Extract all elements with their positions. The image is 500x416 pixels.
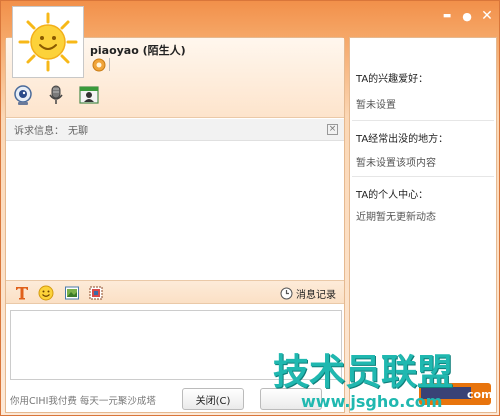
- close-chat-button[interactable]: 关闭(C): [182, 388, 244, 410]
- places-title: TA经常出没的地方：: [356, 134, 449, 145]
- webcam-icon[interactable]: [12, 84, 34, 106]
- image-icon[interactable]: [64, 285, 80, 301]
- chat-window: ▬ ● ✕ piaoyao (陌生人) 诉求信息： 无聊 × 消息记录 你用CI…: [0, 0, 500, 416]
- promo-link[interactable]: 你用CIHI我付费 每天一元聚沙成塔: [10, 393, 156, 407]
- window-controls: ▬ ● ✕: [439, 3, 495, 29]
- divider: [109, 58, 110, 71]
- close-request-icon[interactable]: ×: [327, 124, 338, 135]
- contact-header: piaoyao (陌生人): [6, 6, 344, 118]
- input-toolbar: 消息记录: [6, 280, 344, 304]
- sun-smiley-icon: [18, 12, 78, 72]
- divider: [352, 176, 494, 177]
- request-label: 诉求信息：: [14, 126, 64, 137]
- watermark-url: www.jsgho.com: [301, 392, 443, 411]
- font-icon[interactable]: [14, 285, 30, 301]
- close-button[interactable]: ✕: [479, 8, 495, 24]
- screenshot-icon[interactable]: [88, 285, 104, 301]
- hobby-title: TA的兴趣爱好：: [356, 74, 429, 85]
- request-value: 无聊: [68, 126, 88, 137]
- clock-icon: [280, 287, 293, 299]
- contact-card-icon[interactable]: [78, 84, 100, 106]
- divider: [352, 120, 494, 121]
- restore-button[interactable]: ●: [459, 8, 475, 24]
- online-status-icon: [92, 58, 106, 72]
- center-value: 近期暂无更新动态: [356, 212, 436, 223]
- contact-name: piaoyao (陌生人): [90, 44, 186, 57]
- contact-name-row: piaoyao (陌生人): [90, 42, 186, 58]
- microphone-icon[interactable]: [45, 84, 67, 106]
- places-value: 暂未设置该项内容: [356, 158, 436, 169]
- center-title: TA的个人中心：: [356, 190, 429, 201]
- history-label: 消息记录: [296, 289, 336, 301]
- watermark-text: 技术员联盟: [273, 352, 454, 393]
- emoji-icon[interactable]: [38, 285, 54, 301]
- request-info-bar: 诉求信息： 无聊 ×: [6, 119, 344, 141]
- avatar[interactable]: [12, 6, 84, 78]
- minimize-button[interactable]: ▬: [439, 8, 455, 24]
- watermark-tail: com: [467, 388, 493, 401]
- hobby-value: 暂未设置: [356, 100, 396, 111]
- contact-tools: [12, 84, 100, 106]
- message-history-button[interactable]: 消息记录: [280, 284, 336, 302]
